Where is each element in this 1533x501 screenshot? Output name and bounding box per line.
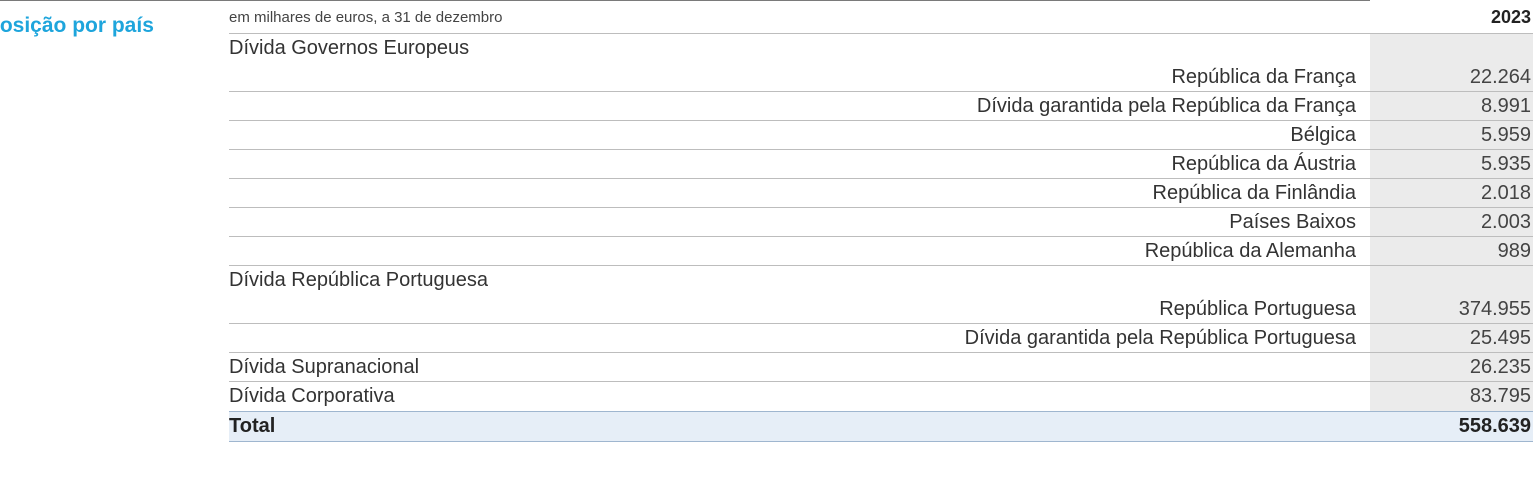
table-row: Dívida República Portuguesa <box>229 266 1533 295</box>
total-label: Total <box>229 415 276 437</box>
row-value: 374.955 <box>1370 295 1533 324</box>
row-value: 83.795 <box>1370 382 1533 411</box>
row-value: 2.018 <box>1370 179 1533 208</box>
row-label: Dívida Governos Europeus <box>229 37 470 59</box>
table-row: República da Áustria 5.935 <box>229 150 1533 179</box>
table-row: Dívida garantida pela República da Franç… <box>229 92 1533 121</box>
table-row: República da Alemanha 989 <box>229 237 1533 266</box>
row-label: Dívida Corporativa <box>229 385 395 407</box>
year-header: 2023 <box>1370 0 1533 34</box>
row-label: República Portuguesa <box>1159 298 1356 320</box>
table-row: Dívida Corporativa 83.795 <box>229 382 1533 411</box>
table-row: República da Finlândia 2.018 <box>229 179 1533 208</box>
row-value: 5.959 <box>1370 121 1533 150</box>
row-value: 26.235 <box>1370 353 1533 382</box>
row-label: Dívida garantida pela República da Franç… <box>976 95 1356 117</box>
exposure-table: em milhares de euros, a 31 de dezembro 2… <box>229 0 1533 442</box>
table-row: Dívida garantida pela República Portugue… <box>229 324 1533 353</box>
row-value <box>1370 266 1533 295</box>
row-value: 989 <box>1370 237 1533 266</box>
table-header-row: em milhares de euros, a 31 de dezembro 2… <box>229 0 1533 34</box>
row-value: 8.991 <box>1370 92 1533 121</box>
row-label: República da Finlândia <box>1152 182 1356 204</box>
table-row: Países Baixos 2.003 <box>229 208 1533 237</box>
row-label: República da França <box>1171 66 1356 88</box>
row-value: 25.495 <box>1370 324 1533 353</box>
table-row: Bélgica 5.959 <box>229 121 1533 150</box>
row-label: República da Alemanha <box>1144 240 1356 262</box>
table-row: Dívida Supranacional 26.235 <box>229 353 1533 382</box>
row-label: Dívida garantida pela República Portugue… <box>964 327 1356 349</box>
total-row: Total 558.639 <box>229 411 1533 442</box>
row-value <box>1370 34 1533 63</box>
row-label: Dívida República Portuguesa <box>229 269 489 291</box>
row-label: República da Áustria <box>1171 153 1356 175</box>
table-row: Dívida Governos Europeus <box>229 34 1533 63</box>
row-value: 2.003 <box>1370 208 1533 237</box>
row-value: 22.264 <box>1370 63 1533 92</box>
row-value: 5.935 <box>1370 150 1533 179</box>
row-label: Bélgica <box>1290 124 1356 146</box>
total-value: 558.639 <box>1458 415 1531 437</box>
unit-note: em milhares de euros, a 31 de dezembro <box>229 8 503 26</box>
row-label: Dívida Supranacional <box>229 356 420 378</box>
row-label: Países Baixos <box>1229 211 1356 233</box>
section-title: posição por país <box>0 14 154 37</box>
table-row: República da França 22.264 <box>229 63 1533 92</box>
table-row: República Portuguesa 374.955 <box>229 295 1533 324</box>
